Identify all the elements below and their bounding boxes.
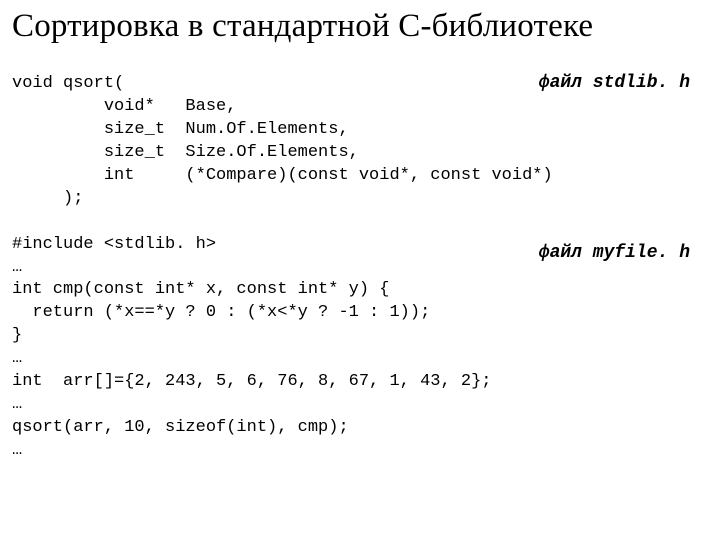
code-line: … [12,395,22,414]
code-line: int arr[]={2, 243, 5, 6, 76, 8, 67, 1, 4… [12,372,491,391]
code-line: } [12,326,22,345]
code-line: … [12,258,22,277]
page-title: Сортировка в стандартной С-библиотеке [12,8,708,45]
code-line: … [12,441,22,460]
code-line: size_t Size.Of.Elements, [12,143,359,162]
code-line: return (*x==*y ? 0 : (*x<*y ? -1 : 1)); [12,303,430,322]
code-line: void qsort( [12,74,124,93]
code-line: #include <stdlib. h> [12,235,216,254]
code-block-wrapper: файл stdlib. h файл myfile. h void qsort… [12,73,708,463]
code-line: int cmp(const int* x, const int* y) { [12,280,389,299]
code-line: size_t Num.Of.Elements, [12,120,349,139]
code-line: … [12,349,22,368]
code-line: qsort(arr, 10, sizeof(int), cmp); [12,418,349,437]
code-line: void* Base, [12,97,236,116]
code-line: int (*Compare)(const void*, const void*) [12,166,553,185]
code-block: void qsort( void* Base, size_t Num.Of.El… [12,73,708,463]
code-line: ); [12,189,83,208]
